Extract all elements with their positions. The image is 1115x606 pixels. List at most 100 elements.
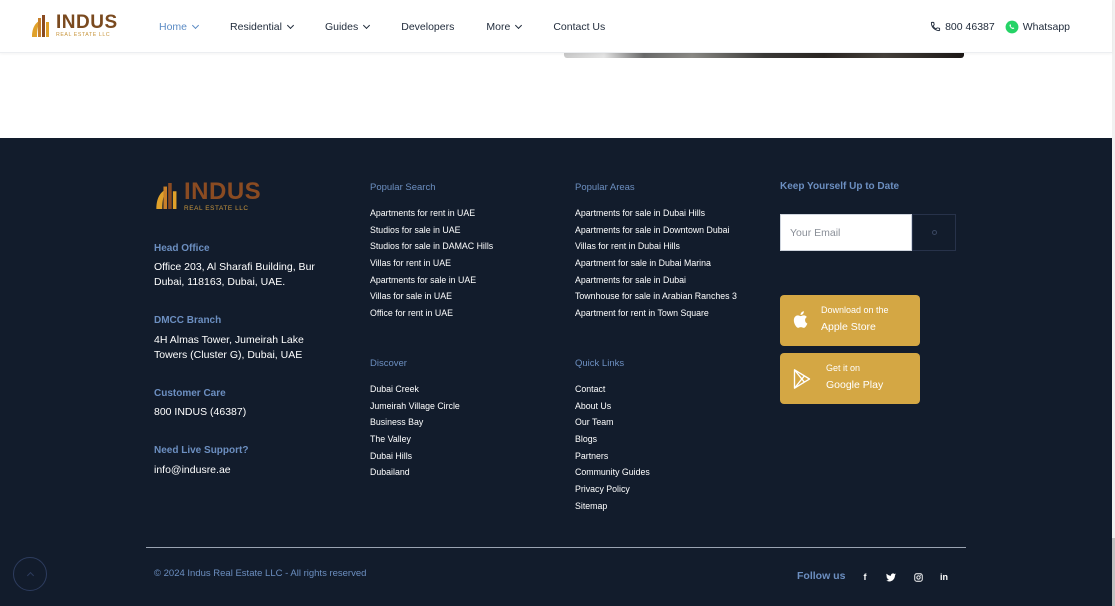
site-header: INDUS REAL ESTATE LLC Home Residential G… bbox=[0, 0, 1112, 53]
list-item[interactable]: Studios for sale in DAMAC Hills bbox=[370, 238, 493, 255]
google-play-big-text: Google Play bbox=[826, 379, 884, 391]
chevron-down-icon bbox=[363, 21, 371, 29]
instagram-icon[interactable] bbox=[912, 571, 924, 583]
apple-store-small-text: Download on the bbox=[821, 305, 889, 315]
logo-icon bbox=[156, 183, 177, 210]
whatsapp-link[interactable]: Whatsapp bbox=[1005, 20, 1070, 34]
phone-icon bbox=[930, 21, 941, 32]
apple-store-button[interactable]: Download on the Apple Store bbox=[780, 295, 920, 346]
google-play-small-text: Get it on bbox=[826, 363, 861, 373]
list-item[interactable]: Villas for rent in Dubai Hills bbox=[575, 238, 737, 255]
support-email[interactable]: info@indusre.ae bbox=[154, 463, 231, 478]
list-item[interactable]: Apartments for sale in Downtown Dubai bbox=[575, 222, 737, 239]
nav-developers-label: Developers bbox=[401, 20, 455, 33]
list-item[interactable]: Partners bbox=[575, 448, 650, 465]
popular-areas-title: Popular Areas bbox=[575, 182, 635, 193]
head-office-heading: Head Office bbox=[154, 243, 210, 254]
copyright-text: © 2024 Indus Real Estate LLC - All right… bbox=[154, 568, 367, 579]
popular-search-list: Apartments for rent in UAE Studios for s… bbox=[370, 205, 493, 322]
list-item[interactable]: Privacy Policy bbox=[575, 481, 650, 498]
nav-guides-label: Guides bbox=[324, 20, 359, 33]
customer-care-heading: Customer Care bbox=[154, 388, 226, 399]
list-item[interactable]: Office for rent in UAE bbox=[370, 305, 493, 322]
list-item[interactable]: Apartments for rent in UAE bbox=[370, 205, 493, 222]
google-play-button[interactable]: Get it on Google Play bbox=[780, 353, 920, 404]
newsletter-title: Keep Yourself Up to Date bbox=[780, 181, 900, 192]
discover-title: Discover bbox=[370, 358, 407, 369]
facebook-icon[interactable]: f bbox=[859, 571, 871, 583]
nav-residential[interactable]: Residential bbox=[230, 20, 295, 33]
footer-logo[interactable]: INDUS REAL ESTATE LLC bbox=[154, 180, 261, 212]
list-item[interactable]: About Us bbox=[575, 398, 650, 415]
logo-icon bbox=[32, 15, 49, 37]
linkedin-icon[interactable]: in bbox=[938, 571, 950, 583]
list-item[interactable]: Townhouse for sale in Arabian Ranches 3 bbox=[575, 288, 737, 305]
google-play-icon bbox=[793, 369, 811, 389]
chevron-down-icon bbox=[191, 21, 200, 29]
nav-home-label: Home bbox=[159, 20, 188, 33]
quick-links-title: Quick Links bbox=[575, 358, 625, 369]
nav-more-label: More bbox=[486, 20, 511, 33]
whatsapp-label: Whatsapp bbox=[1022, 20, 1070, 33]
site-footer: INDUS REAL ESTATE LLC Head Office Office… bbox=[0, 138, 1112, 606]
header-logo[interactable]: INDUS REAL ESTATE LLC bbox=[30, 13, 118, 39]
nav-contact-label: Contact Us bbox=[553, 20, 606, 33]
submit-icon bbox=[931, 230, 937, 235]
list-item[interactable]: Apartments for sale in Dubai bbox=[575, 272, 737, 289]
phone-link[interactable]: 800 46387 bbox=[930, 21, 995, 33]
popular-areas-list: Apartments for sale in Dubai Hills Apart… bbox=[575, 205, 737, 322]
nav-more[interactable]: More bbox=[486, 20, 523, 33]
header-contact: 800 46387 Whatsapp bbox=[930, 0, 1070, 53]
list-item[interactable]: Villas for rent in UAE bbox=[370, 255, 493, 272]
list-item[interactable]: Apartments for sale in UAE bbox=[370, 272, 493, 289]
chevron-down-icon bbox=[286, 21, 295, 29]
follow-us-label: Follow us bbox=[797, 570, 846, 582]
footer-logo-subtitle: REAL ESTATE LLC bbox=[184, 205, 249, 212]
list-item[interactable]: Villas for sale in UAE bbox=[370, 288, 493, 305]
dmcc-heading: DMCC Branch bbox=[154, 315, 222, 326]
subscribe-button[interactable] bbox=[912, 214, 956, 251]
nav-residential-label: Residential bbox=[230, 20, 282, 33]
list-item[interactable]: Apartments for sale in Dubai Hills bbox=[575, 205, 737, 222]
email-field[interactable] bbox=[780, 214, 912, 251]
whatsapp-icon bbox=[1005, 20, 1019, 33]
dmcc-line-2: Towers (Cluster G), Dubai, UAE bbox=[154, 349, 303, 361]
footer-divider bbox=[146, 547, 966, 548]
list-item[interactable]: The Valley bbox=[370, 431, 460, 448]
chevron-up-icon bbox=[26, 571, 34, 580]
popular-search-title: Popular Search bbox=[370, 182, 436, 193]
nav-guides[interactable]: Guides bbox=[324, 20, 371, 33]
list-item[interactable]: Jumeirah Village Circle bbox=[370, 398, 460, 415]
quick-links-list: Contact About Us Our Team Blogs Partners… bbox=[575, 381, 650, 515]
discover-list: Dubai Creek Jumeirah Village Circle Busi… bbox=[370, 381, 460, 481]
list-item[interactable]: Apartment for sale in Dubai Marina bbox=[575, 255, 737, 272]
head-office-line-2: Dubai, 118163, Dubai, UAE. bbox=[154, 276, 286, 288]
list-item[interactable]: Our Team bbox=[575, 414, 650, 431]
nav-developers[interactable]: Developers bbox=[401, 21, 454, 33]
list-item[interactable]: Dubai Hills bbox=[370, 448, 460, 465]
nav-home[interactable]: Home bbox=[159, 20, 200, 33]
footer-logo-name: INDUS bbox=[184, 178, 262, 205]
customer-care-number[interactable]: 800 INDUS (46387) bbox=[154, 405, 246, 420]
twitter-icon[interactable] bbox=[885, 571, 897, 583]
list-item[interactable]: Studios for sale in UAE bbox=[370, 222, 493, 239]
list-item[interactable]: Business Bay bbox=[370, 414, 460, 431]
list-item[interactable]: Community Guides bbox=[575, 464, 650, 481]
list-item[interactable]: Contact bbox=[575, 381, 650, 398]
main-nav: Home Residential Guides Developers More … bbox=[159, 0, 637, 53]
live-support-heading: Need Live Support? bbox=[154, 445, 249, 456]
list-item[interactable]: Sitemap bbox=[575, 498, 650, 515]
logo-name: INDUS bbox=[56, 12, 118, 34]
apple-store-big-text: Apple Store bbox=[821, 321, 876, 333]
apple-icon bbox=[793, 311, 808, 328]
list-item[interactable]: Dubailand bbox=[370, 464, 460, 481]
list-item[interactable]: Dubai Creek bbox=[370, 381, 460, 398]
nav-contact-us[interactable]: Contact Us bbox=[553, 21, 605, 33]
phone-number: 800 46387 bbox=[945, 20, 995, 33]
list-item[interactable]: Blogs bbox=[575, 431, 650, 448]
chevron-down-icon bbox=[515, 21, 523, 29]
head-office-line-1: Office 203, Al Sharafi Building, Bur bbox=[154, 261, 315, 273]
list-item[interactable]: Apartment for rent in Town Square bbox=[575, 305, 737, 322]
hero-image-edge bbox=[564, 53, 964, 58]
scroll-to-top-button[interactable] bbox=[13, 557, 47, 591]
